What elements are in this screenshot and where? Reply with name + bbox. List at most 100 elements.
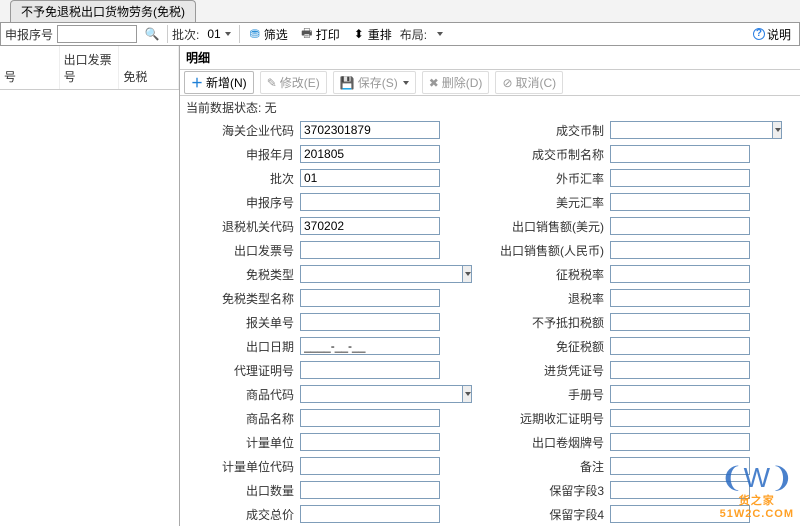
field-input[interactable]: [610, 289, 750, 307]
field-input[interactable]: [300, 433, 440, 451]
field-input[interactable]: [300, 241, 440, 259]
field-label: 远期收汇证明号: [490, 410, 610, 427]
field-input[interactable]: [610, 313, 750, 331]
tab-main[interactable]: 不予免退税出口货物劳务(免税): [10, 0, 196, 22]
detail-toolbar: ＋新增(N) ✎修改(E) 💾保存(S) ✖删除(D) ⊘取消(C): [180, 70, 800, 96]
field-input[interactable]: [300, 457, 440, 475]
seq-label: 申报序号: [5, 26, 53, 43]
field-label: 成交币制: [490, 122, 610, 139]
print-button[interactable]: 🖶打印: [296, 26, 344, 43]
field-label: 退税机关代码: [180, 218, 300, 235]
field-label: 征税税率: [490, 266, 610, 283]
filter-button[interactable]: ⛃筛选: [244, 26, 292, 43]
field-input[interactable]: [610, 121, 772, 139]
save-icon: 💾: [340, 76, 355, 90]
field-input[interactable]: [300, 505, 440, 523]
field-label: 退税率: [490, 290, 610, 307]
field-input[interactable]: [610, 193, 750, 211]
batch-label: 批次:: [172, 26, 199, 43]
grid-col-seq[interactable]: 号: [0, 46, 60, 89]
field-input[interactable]: [300, 481, 440, 499]
detail-panel: 明细 ＋新增(N) ✎修改(E) 💾保存(S) ✖删除(D) ⊘取消(C) 当前…: [180, 46, 800, 526]
field-input[interactable]: [300, 121, 440, 139]
chevron-down-icon: [465, 272, 471, 276]
field-label: 备注: [490, 458, 610, 475]
field-input[interactable]: [610, 169, 750, 187]
field-input[interactable]: [610, 433, 750, 451]
field-label: 美元汇率: [490, 194, 610, 211]
field-input[interactable]: [300, 217, 440, 235]
form: 海关企业代码申报年月批次申报序号退税机关代码出口发票号免税类型免税类型名称报关单…: [180, 119, 800, 526]
field-input[interactable]: [300, 193, 440, 211]
field-label: 免税类型名称: [180, 290, 300, 307]
field-input[interactable]: [610, 361, 750, 379]
field-input[interactable]: [300, 145, 440, 163]
field-input[interactable]: [610, 409, 750, 427]
search-icon: 🔍: [145, 27, 159, 41]
grid-header: 号 出口发票号 免税: [0, 46, 179, 90]
field-input[interactable]: [300, 385, 462, 403]
field-input[interactable]: [300, 361, 440, 379]
edit-label: 修改(E): [280, 74, 320, 91]
field-label: 保留字段4: [490, 506, 610, 523]
reorder-label: 重排: [368, 26, 392, 43]
field-input[interactable]: [300, 289, 440, 307]
reorder-button[interactable]: ⬍重排: [348, 26, 396, 43]
field-input[interactable]: [300, 337, 440, 355]
save-button[interactable]: 💾保存(S): [333, 71, 416, 94]
field-input[interactable]: [610, 385, 750, 403]
delete-label: 删除(D): [442, 74, 483, 91]
field-label: 进货凭证号: [490, 362, 610, 379]
tab-bar: 不予免退税出口货物劳务(免税): [0, 0, 800, 22]
search-button[interactable]: 🔍: [141, 27, 163, 41]
batch-select[interactable]: 01: [203, 27, 234, 41]
layout-select[interactable]: [431, 32, 447, 36]
status-line: 当前数据状态: 无: [180, 96, 800, 119]
field-label: 出口销售额(人民币): [490, 242, 610, 259]
field-input[interactable]: [610, 505, 750, 523]
field-input[interactable]: [610, 457, 750, 475]
help-icon: ?: [753, 28, 765, 40]
field-input[interactable]: [300, 409, 440, 427]
field-label: 计量单位代码: [180, 458, 300, 475]
field-label: 手册号: [490, 386, 610, 403]
field-input[interactable]: [610, 481, 750, 499]
field-input[interactable]: [610, 337, 750, 355]
field-label: 免征税额: [490, 338, 610, 355]
chevron-down-icon: [225, 32, 231, 36]
field-input[interactable]: [300, 313, 440, 331]
field-label: 不予抵扣税额: [490, 314, 610, 331]
field-label: 成交币制名称: [490, 146, 610, 163]
left-grid: 号 出口发票号 免税: [0, 46, 180, 526]
field-input[interactable]: [610, 145, 750, 163]
status-label: 当前数据状态:: [186, 101, 265, 115]
field-label: 海关企业代码: [180, 122, 300, 139]
delete-button[interactable]: ✖删除(D): [422, 71, 490, 94]
add-button[interactable]: ＋新增(N): [184, 71, 254, 94]
edit-button[interactable]: ✎修改(E): [260, 71, 327, 94]
field-label: 保留字段3: [490, 482, 610, 499]
combo-button[interactable]: [462, 265, 472, 283]
field-label: 申报年月: [180, 146, 300, 163]
grid-col-invoice[interactable]: 出口发票号: [60, 46, 120, 89]
cancel-button[interactable]: ⊘取消(C): [495, 71, 563, 94]
cancel-icon: ⊘: [502, 76, 512, 90]
field-input[interactable]: [610, 265, 750, 283]
field-label: 出口卷烟牌号: [490, 434, 610, 451]
status-value: 无: [265, 101, 277, 115]
field-input[interactable]: [610, 241, 750, 259]
field-label: 外币汇率: [490, 170, 610, 187]
chevron-down-icon: [437, 32, 443, 36]
batch-value: 01: [207, 27, 220, 41]
seq-input[interactable]: [57, 25, 137, 43]
field-input[interactable]: [300, 265, 462, 283]
combo-button[interactable]: [462, 385, 472, 403]
combo-button[interactable]: [772, 121, 782, 139]
field-label: 出口发票号: [180, 242, 300, 259]
help-button[interactable]: ?说明: [749, 26, 795, 43]
grid-col-taxfree[interactable]: 免税: [119, 46, 179, 89]
field-label: 商品名称: [180, 410, 300, 427]
print-icon: 🖶: [300, 27, 314, 41]
field-input[interactable]: [300, 169, 440, 187]
field-input[interactable]: [610, 217, 750, 235]
